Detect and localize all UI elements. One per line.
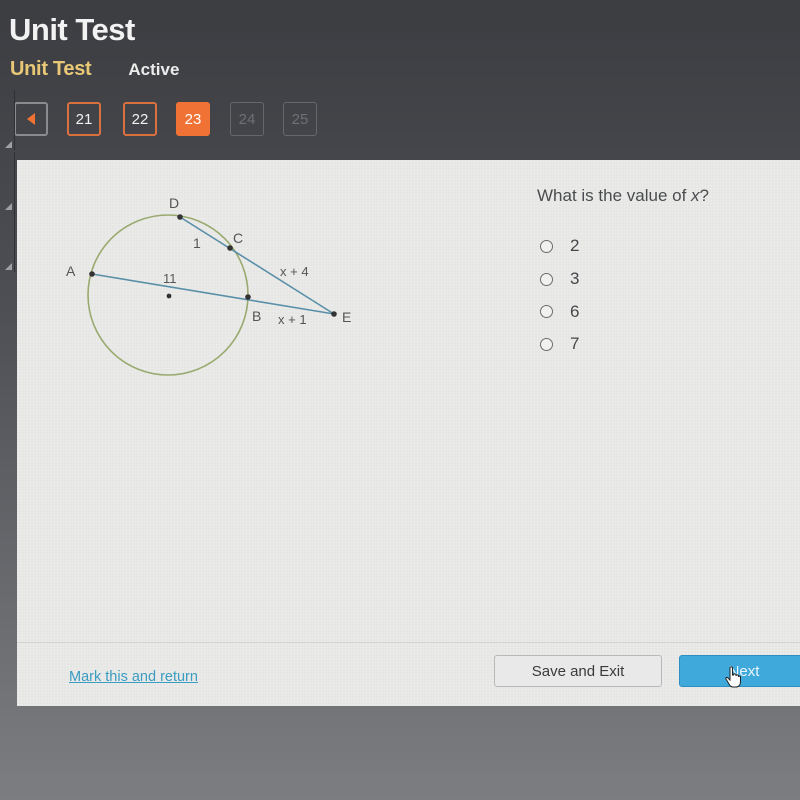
answer-option-label: 7: [570, 334, 580, 354]
page-title: Unit Test: [9, 12, 135, 47]
point-E: [331, 311, 337, 317]
triangle-left-icon: [27, 113, 35, 125]
test-name: Unit Test: [10, 58, 92, 80]
subtitle-row: Unit Test Active: [10, 58, 179, 81]
question-21-button[interactable]: 21: [67, 102, 101, 136]
answer-option[interactable]: 3: [540, 263, 579, 296]
save-and-exit-button[interactable]: Save and Exit: [494, 655, 662, 687]
label-B: B: [252, 308, 261, 324]
radio-button[interactable]: [540, 239, 553, 253]
corner-triangle-icon: [5, 263, 12, 270]
point-C: [227, 245, 233, 251]
radio-button[interactable]: [540, 305, 553, 319]
secant-DE: [179, 216, 335, 315]
label-A: A: [66, 263, 76, 279]
footer-divider: [17, 642, 800, 643]
previous-question-button[interactable]: [14, 102, 48, 136]
secant-AE: [91, 273, 335, 315]
test-status: Active: [128, 60, 180, 79]
label-DC-length: 1: [193, 235, 201, 251]
circle-secant-diagram: A B C D E 1 x + 4 11 x + 1: [66, 195, 351, 376]
point-D: [177, 214, 183, 220]
corner-triangle-icon: [5, 141, 12, 148]
question-prefix: What is the value of: [537, 186, 692, 205]
question-24-button: 24: [230, 102, 264, 136]
question-card: A B C D E 1 x + 4 11 x + 1 What is the v…: [17, 160, 800, 706]
answer-option-label: 6: [570, 301, 580, 321]
answer-option[interactable]: 6: [540, 295, 579, 328]
label-AB-length: 11: [163, 271, 177, 286]
side-panel-toggle[interactable]: [0, 90, 15, 150]
label-CE-length: x + 4: [280, 264, 309, 279]
question-variable: x: [691, 186, 700, 205]
side-panel-toggle[interactable]: [0, 212, 15, 272]
answer-option-label: 2: [570, 236, 580, 256]
answer-option-label: 3: [570, 269, 580, 289]
label-E: E: [342, 309, 351, 325]
point-A: [89, 271, 95, 277]
question-suffix: ?: [699, 186, 709, 205]
corner-triangle-icon: [5, 203, 12, 210]
answer-options: 2 3 6 7: [540, 230, 579, 361]
hand-cursor-icon: [725, 666, 741, 688]
radio-button[interactable]: [540, 337, 553, 351]
question-23-button[interactable]: 23: [176, 102, 210, 136]
question-text: What is the value of x?: [537, 186, 709, 206]
answer-option[interactable]: 7: [540, 328, 579, 361]
label-D: D: [169, 195, 179, 211]
label-BE-length: x + 1: [278, 312, 307, 327]
point-B: [245, 294, 251, 300]
question-25-button: 25: [283, 102, 317, 136]
center-point: [166, 293, 172, 299]
label-C: C: [233, 230, 243, 246]
mark-and-return-link[interactable]: Mark this and return: [69, 669, 198, 685]
radio-button[interactable]: [540, 272, 553, 286]
side-panel-toggle[interactable]: [0, 152, 15, 212]
answer-option[interactable]: 2: [540, 230, 579, 263]
question-22-button[interactable]: 22: [123, 102, 157, 136]
